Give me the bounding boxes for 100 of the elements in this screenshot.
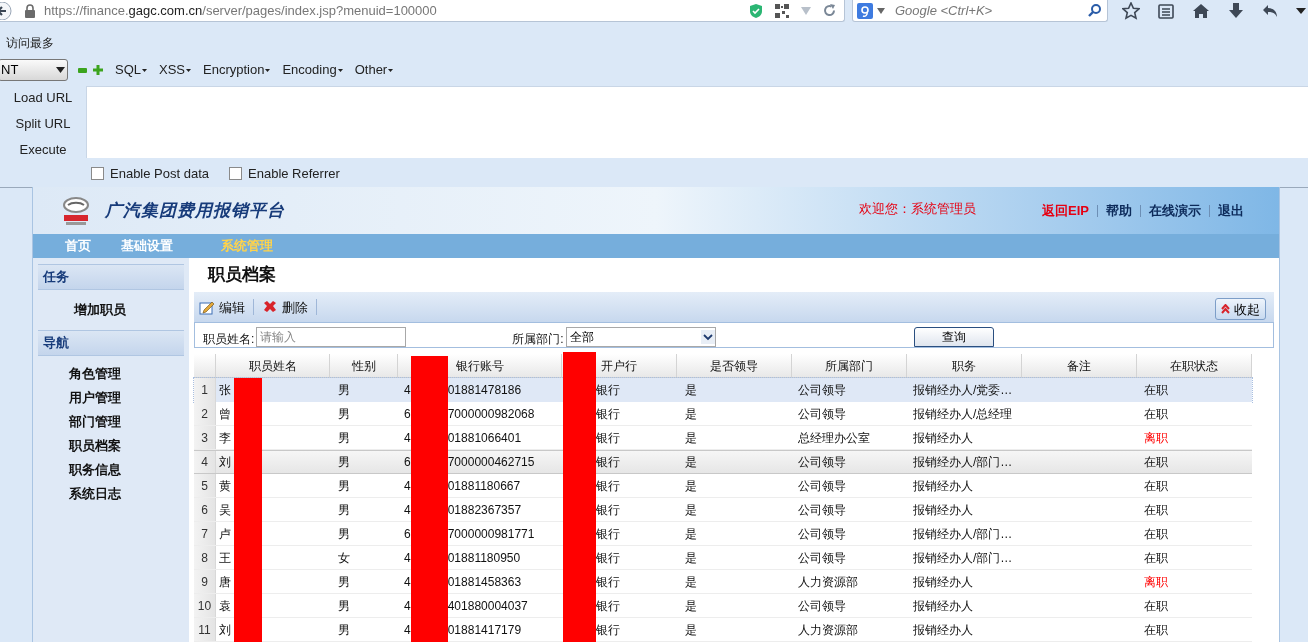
table-cell-text: 银行 (595, 549, 621, 567)
table-cell-text: 男 (337, 405, 351, 423)
download-icon[interactable] (1228, 3, 1244, 19)
search-placeholder: Google <Ctrl+K> (895, 1, 993, 20)
welcome-text: 欢迎您：系统管理员 (859, 199, 977, 218)
home-icon[interactable] (1192, 3, 1210, 19)
app-title: 广汽集团费用报销平台 (105, 199, 285, 222)
menu-button[interactable]: SQL (115, 60, 147, 80)
menu-button[interactable]: Encoding (282, 60, 343, 80)
table-cell-text: 银行 (595, 621, 621, 639)
table-row[interactable]: 10 袁 男 4 401880004037 银行 是 公司领导 报销经办人 在职 (194, 594, 1252, 618)
table-cell-text: 01881180950 (447, 549, 521, 567)
table-cell-text: 是 (684, 621, 698, 639)
table-row[interactable]: 2 曾 男 6 7000000982068 银行 是 公司领导 报销经办人/总经理 在职 (194, 402, 1252, 426)
star-icon[interactable] (1122, 2, 1140, 20)
table-cell-text: 报销经办人/党委… (912, 382, 1014, 399)
table-cell-text: 银行 (595, 429, 621, 447)
table-row[interactable]: 3 李 男 4 01881066401 银行 是 总经理办公室 报销经办人 离职 (194, 426, 1252, 450)
caret-icon (265, 68, 271, 72)
action-button[interactable]: Load URL (13, 88, 73, 108)
table-cell-text: 男 (337, 382, 351, 399)
row-number: 9 (194, 570, 216, 593)
table-cell-text: 报销经办人 (912, 429, 974, 447)
table-cell-text: 报销经办人/部门… (912, 549, 1014, 567)
header-link[interactable]: 退出 (1218, 200, 1244, 221)
sidebar-item[interactable]: 职务信息 (38, 458, 184, 482)
table-row[interactable]: 4 刘 男 6 7000000462715 银行 是 公司领导 报销经办人/部门… 在职 (194, 450, 1252, 474)
row-number: 3 (194, 426, 216, 449)
table-row[interactable]: 11 刘 男 4 01881417179 银行 是 人力资源部 报销经办人 在职 (194, 618, 1252, 642)
menu-button[interactable]: Other (354, 60, 394, 80)
search-icon[interactable] (1088, 4, 1101, 17)
table-row[interactable]: 8 王 女 4 01881180950 银行 是 公司领导 报销经办人/部门… 在职 (194, 546, 1252, 570)
sidebar-item[interactable]: 部门管理 (38, 410, 184, 434)
lock-icon (24, 3, 36, 18)
address-bar[interactable]: https://finance.gagc.com.cn/server/pages/index.jsp?menuid=100000 (0, 0, 845, 22)
dropdown-icon[interactable] (1296, 8, 1306, 14)
table-cell-text: 刘 (218, 454, 232, 471)
table-cell-text: 在职 (1143, 477, 1169, 495)
table-cell-text: 男 (337, 573, 351, 591)
url-text: https://finance.gagc.com.cn/server/pages/index.jsp?menuid=100000 (44, 1, 437, 20)
table-cell-text: 报销经办人/部门… (912, 525, 1014, 543)
header-link[interactable]: 帮助 (1106, 200, 1132, 221)
row-number: 2 (194, 402, 216, 425)
table-cell-text: 是 (684, 382, 698, 399)
table-cell-text: 是 (684, 549, 698, 567)
sidebar-item[interactable]: 系统日志 (38, 482, 184, 506)
checkbox-label: Enable Referrer (248, 164, 340, 183)
toolbar-button[interactable]: 编辑 (197, 297, 247, 317)
bookmark-item[interactable]: 访问最多 (6, 34, 54, 52)
sidebar-item[interactable]: 增加职员 (38, 296, 184, 324)
page-title: 职员档案 (206, 264, 277, 287)
menu-button[interactable]: XSS (159, 60, 192, 80)
toolbar-button[interactable]: 删除 (260, 297, 310, 317)
list-icon[interactable] (1158, 3, 1174, 19)
table-cell-text: 银行 (595, 597, 621, 615)
menu-button[interactable]: Encryption (203, 60, 271, 80)
collapse-button[interactable]: 收起 (1215, 298, 1266, 321)
action-button[interactable]: Split URL (15, 114, 71, 134)
table-row[interactable]: 7 卢 男 6 7000000981771 银行 是 公司领导 报销经办人/部门… 在职 (194, 522, 1252, 546)
undo-icon[interactable] (1262, 4, 1278, 18)
table-cell-text: 是 (684, 597, 698, 615)
checkbox[interactable] (229, 167, 243, 180)
table-cell-text: 7000000982068 (447, 405, 535, 423)
sidebar-item[interactable]: 职员档案 (38, 434, 184, 458)
table-cell-text: 报销经办人 (912, 621, 974, 639)
caret-icon (186, 68, 192, 72)
table-cell-text: 王 (218, 549, 232, 567)
sidebar-item[interactable]: 用户管理 (38, 386, 184, 410)
name-input[interactable]: 请输入 (256, 327, 407, 347)
table-cell-text: 01881066401 (447, 429, 522, 447)
table-cell-text: 是 (684, 573, 698, 591)
table-cell-text: 袁 (218, 597, 232, 615)
table-cell-text: 公司领导 (797, 597, 847, 615)
reload-icon[interactable] (823, 4, 836, 17)
sidebar-item[interactable]: 角色管理 (38, 362, 184, 386)
table-cell-text: 公司领导 (797, 525, 847, 543)
plus-icon[interactable] (93, 65, 103, 75)
department-select[interactable]: 全部 (565, 327, 716, 347)
table-cell-text: 01881478186 (447, 382, 522, 399)
dropdown-icon[interactable] (877, 7, 885, 14)
table-row[interactable]: 1 张 男 4 01881478186 银行 是 公司领导 报销经办人/党委… 在职 (194, 378, 1252, 402)
table-row[interactable]: 6 吴 男 4 01882367357 银行 是 公司领导 报销经办人 在职 (194, 498, 1252, 522)
edit-icon (199, 299, 215, 315)
table-cell-text: 吴 (218, 501, 232, 519)
row-number: 10 (194, 594, 216, 617)
table-cell-text: 银行 (595, 573, 621, 591)
table-cell-text: 男 (337, 501, 351, 519)
table-cell-text: 公司领导 (797, 405, 847, 423)
minus-icon[interactable] (78, 67, 87, 73)
mode-select[interactable]: NT (0, 59, 68, 81)
search-field[interactable]: Google <Ctrl+K> (852, 0, 1108, 22)
header-link[interactable]: 在线演示 (1149, 200, 1201, 221)
table-cell-text: 离职 (1143, 573, 1169, 591)
table-row[interactable]: 9 唐 男 4 01881458363 银行 是 人力资源部 报销经办人 离职 (194, 570, 1252, 594)
logo-drawing (61, 195, 91, 226)
table-row[interactable]: 5 黄 男 4 01881180667 银行 是 公司领导 报销经办人 在职 (194, 474, 1252, 498)
query-button[interactable]: 查询 (913, 327, 994, 347)
checkbox[interactable] (91, 167, 104, 180)
table-cell-text: 7000000462715 (447, 454, 535, 471)
action-button[interactable]: Execute (19, 140, 67, 160)
